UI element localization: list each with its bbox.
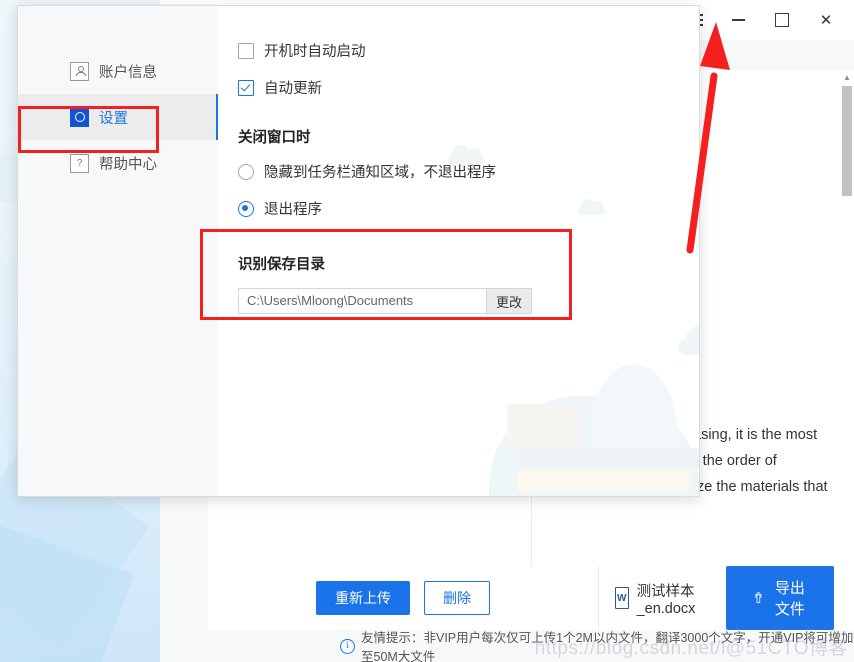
document-action-bar: 重新上传 删除 W 测试样本_en.docx ⇮ 导出文件 [208, 566, 854, 630]
reupload-button[interactable]: 重新上传 [316, 581, 410, 615]
autostart-checkbox[interactable] [238, 42, 254, 59]
sidebar-item-account[interactable]: 账户信息 [18, 48, 218, 94]
minimize-to-tray-label: 隐藏到任务栏通知区域，不退出程序 [264, 165, 496, 181]
sidebar-item-settings-label: 设置 [99, 110, 128, 127]
close-icon: ✕ [819, 12, 833, 29]
export-file-button[interactable]: ⇮ 导出文件 [726, 566, 834, 630]
save-dir-row: 更改 [238, 288, 699, 314]
document-scrollbar[interactable]: ▲ ▼ [840, 70, 854, 592]
sidebar-item-help[interactable]: ? 帮助中心 [18, 140, 218, 186]
footer-notice-text: 友情提示：非VIP用户每次仅可上传1个2M以内文件，翻译3000个文字，开通VI… [361, 631, 854, 662]
scrollbar-thumb[interactable] [842, 86, 852, 196]
minimize-button[interactable] [716, 0, 760, 40]
export-actions: W 测试样本_en.docx ⇮ 导出文件 [599, 566, 854, 630]
sidebar-item-account-label: 账户信息 [99, 64, 157, 81]
sidebar-top-spacer [18, 6, 218, 48]
minimize-icon [731, 19, 745, 21]
autoupdate-label: 自动更新 [264, 81, 322, 97]
word-file-icon: W [615, 587, 629, 609]
sidebar-item-help-label: 帮助中心 [99, 156, 157, 173]
export-file-label: 导出文件 [774, 580, 805, 618]
close-action-option-minimize[interactable]: 隐藏到任务栏通知区域，不退出程序 [238, 161, 699, 182]
exit-program-label: 退出程序 [264, 202, 322, 218]
gear-icon [70, 107, 89, 127]
output-file-chip[interactable]: W 测试样本_en.docx [615, 580, 716, 617]
close-action-option-exit[interactable]: 退出程序 [238, 198, 699, 219]
save-dir-section-title: 识别保存目录 [238, 257, 325, 273]
maximize-button[interactable] [760, 0, 804, 40]
screen-root: ✕ y chart? Teach y chart by hand ng plan… [0, 0, 854, 662]
close-button[interactable]: ✕ [804, 0, 848, 40]
autoupdate-option-row[interactable]: 自动更新 [238, 77, 699, 98]
settings-dialog: ✕ 账户信息 设置 ? 帮助中心 [17, 5, 700, 497]
autostart-option-row[interactable]: 开机时自动启动 [238, 40, 699, 61]
question-icon: ? [70, 153, 89, 173]
app-footer-notice: i 友情提示：非VIP用户每次仅可上传1个2M以内文件，翻译3000个文字，开通… [320, 630, 854, 662]
source-actions: 重新上传 删除 [208, 566, 599, 630]
dialog-sidebar: 账户信息 设置 ? 帮助中心 [18, 6, 219, 496]
settings-form: 开机时自动启动 自动更新 关闭窗口时 隐藏到任务栏通知区域，不退出程序 退出程序… [218, 6, 699, 496]
scroll-up-icon[interactable]: ▲ [840, 70, 854, 84]
upload-icon: ⇮ [752, 590, 765, 607]
save-dir-input[interactable] [238, 288, 486, 314]
minimize-to-tray-radio[interactable] [238, 163, 254, 180]
change-dir-button[interactable]: 更改 [486, 288, 533, 314]
dialog-body: 开机时自动启动 自动更新 关闭窗口时 隐藏到任务栏通知区域，不退出程序 退出程序… [218, 6, 699, 496]
output-file-name: 测试样本_en.docx [636, 583, 696, 617]
exit-program-radio[interactable] [238, 200, 254, 217]
close-action-section-title: 关闭窗口时 [238, 130, 311, 146]
autoupdate-checkbox[interactable] [238, 79, 254, 96]
info-icon: i [340, 638, 355, 654]
autostart-label: 开机时自动启动 [264, 44, 366, 60]
user-icon [70, 61, 89, 81]
delete-button[interactable]: 删除 [424, 581, 490, 615]
maximize-icon [775, 13, 789, 27]
sidebar-item-settings[interactable]: 设置 [18, 94, 219, 140]
